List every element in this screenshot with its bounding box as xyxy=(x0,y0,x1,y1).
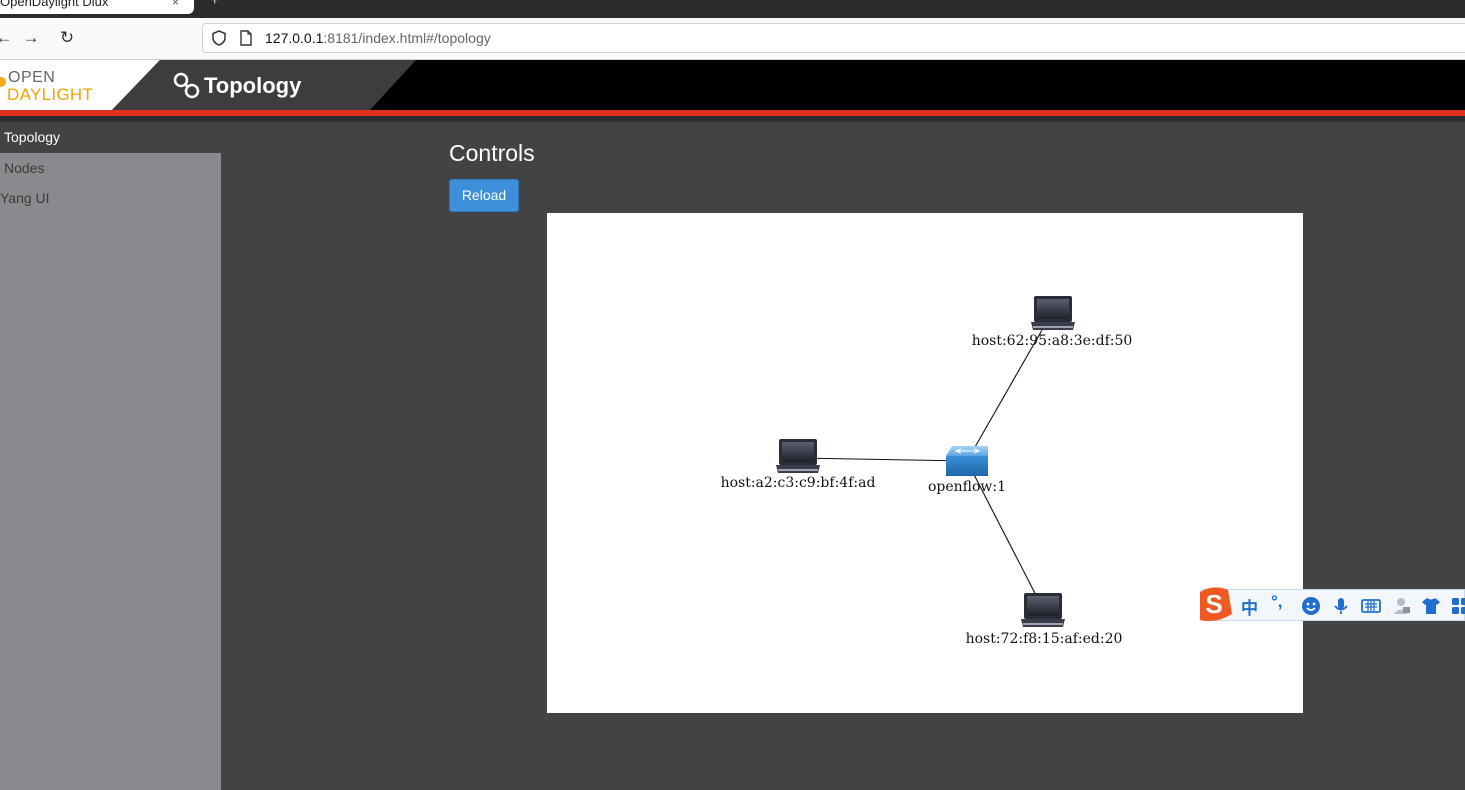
url-text[interactable]: 127.0.0.1:8181/index.html#/topology xyxy=(265,30,491,46)
laptop-icon xyxy=(1031,296,1075,330)
svg-text:S: S xyxy=(1205,589,1222,619)
toolbox-grid-icon[interactable] xyxy=(1450,596,1465,616)
tab-title: OpenDaylight Dlux xyxy=(0,0,109,9)
back-icon[interactable]: ← xyxy=(0,26,16,50)
topology-graph[interactable]: host:62:95:a8:3e:df:50 host:a2:c3:c9:bf:… xyxy=(547,213,1303,713)
reload-button[interactable]: Reload xyxy=(449,179,519,212)
host-node[interactable]: host:72:f8:15:af:ed:20 xyxy=(966,593,1123,647)
sidebar-item-label: Topology xyxy=(4,129,61,145)
switch-label: openflow:1 xyxy=(928,479,1006,495)
sogou-logo-icon[interactable]: S xyxy=(1194,584,1234,624)
skin-shirt-icon[interactable] xyxy=(1421,596,1441,616)
keyboard-icon[interactable] xyxy=(1361,596,1381,616)
host-node[interactable]: host:a2:c3:c9:bf:4f:ad xyxy=(721,439,876,491)
app-header: OPEN DAYLIGHT Topology xyxy=(0,60,1465,110)
user-settings-icon[interactable] xyxy=(1392,596,1412,616)
host-label: host:a2:c3:c9:bf:4f:ad xyxy=(721,475,876,491)
shield-icon[interactable] xyxy=(211,30,227,46)
forward-icon[interactable]: → xyxy=(19,26,43,50)
address-bar[interactable]: 127.0.0.1:8181/index.html#/topology xyxy=(202,23,1465,53)
laptop-icon xyxy=(776,439,820,473)
sidebar: Topology Nodes Yang UI xyxy=(0,122,221,790)
url-host: 127.0.0.1 xyxy=(265,30,324,46)
microphone-icon[interactable] xyxy=(1331,596,1351,616)
page-icon xyxy=(240,30,252,46)
logo-mark-icon xyxy=(0,77,6,87)
switch-icon xyxy=(946,446,988,476)
topology-link xyxy=(797,457,968,462)
sidebar-item-label: Nodes xyxy=(4,160,45,176)
controls-heading: Controls xyxy=(449,140,535,166)
tab-close-icon[interactable]: × xyxy=(172,0,179,9)
browser-tab[interactable]: OpenDaylight Dlux × xyxy=(0,0,194,14)
emoji-icon[interactable] xyxy=(1301,596,1321,616)
host-node[interactable]: host:62:95:a8:3e:df:50 xyxy=(972,296,1133,349)
sidebar-item-nodes[interactable]: Nodes xyxy=(0,153,221,184)
topology-icon xyxy=(173,72,200,99)
host-label: host:72:f8:15:af:ed:20 xyxy=(966,631,1123,647)
reload-page-icon[interactable]: ↻ xyxy=(55,26,79,50)
logo-daylight-text: DAYLIGHT xyxy=(7,85,94,104)
topology-canvas[interactable]: host:62:95:a8:3e:df:50 host:a2:c3:c9:bf:… xyxy=(547,213,1303,713)
laptop-icon xyxy=(1021,593,1065,627)
ime-chinese-mode[interactable]: 中 xyxy=(1241,594,1258,619)
sidebar-item-label: Yang UI xyxy=(0,190,50,206)
ime-punctuation[interactable]: °, xyxy=(1271,592,1283,612)
host-label: host:62:95:a8:3e:df:50 xyxy=(972,333,1133,349)
browser-toolbar: ← → ↻ 127.0.0.1:8181/index.html#/topolog… xyxy=(0,18,1465,60)
sidebar-item-topology[interactable]: Topology xyxy=(0,122,221,153)
page-title: Topology xyxy=(204,73,302,98)
topology-link xyxy=(966,329,1043,462)
sidebar-item-yang-ui[interactable]: Yang UI xyxy=(0,183,221,214)
browser-tab-bar: OpenDaylight Dlux × + xyxy=(0,0,1465,18)
switch-node[interactable]: openflow:1 xyxy=(928,446,1006,495)
url-path: :8181/index.html#/topology xyxy=(323,30,491,46)
new-tab-icon[interactable]: + xyxy=(210,0,219,10)
